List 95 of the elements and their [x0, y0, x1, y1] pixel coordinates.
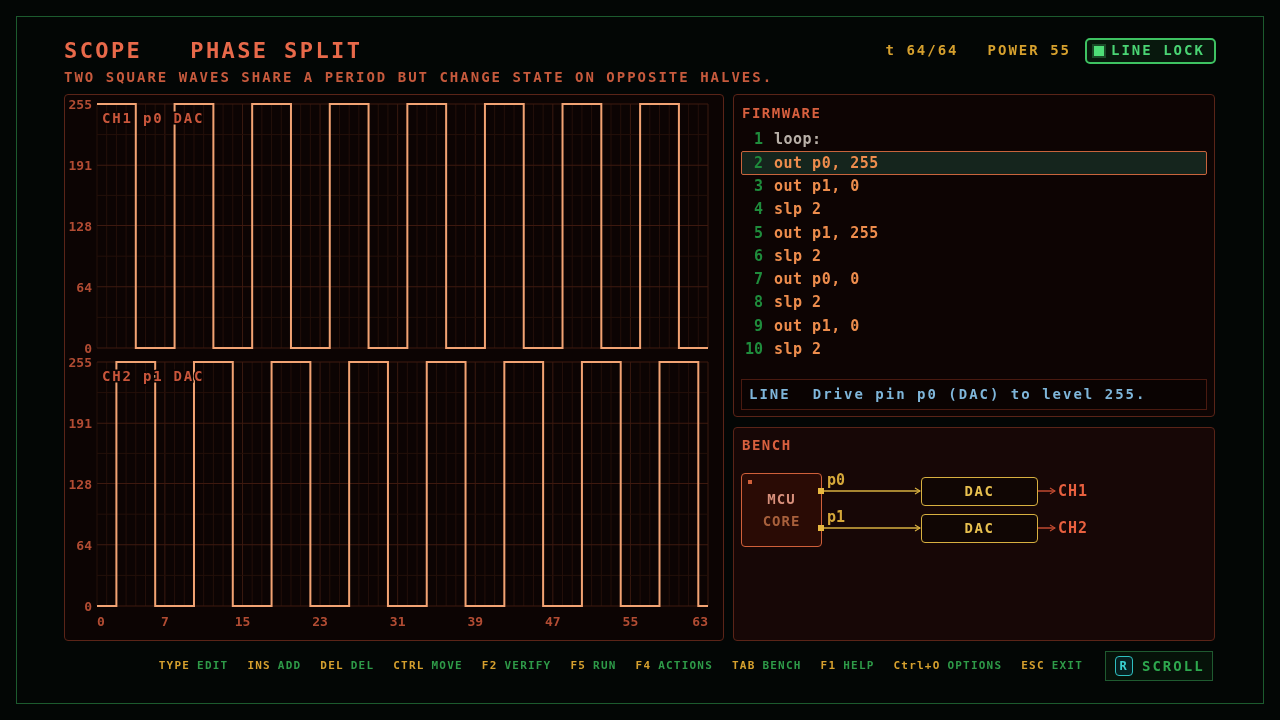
puzzle-title: PHASE SPLIT	[190, 37, 363, 64]
code-text: out p0, 0	[774, 269, 860, 291]
code-row[interactable]: 3 out p1, 0	[741, 174, 1207, 198]
code-text: slp 2	[774, 339, 822, 361]
code-row[interactable]: 9 out p1, 0	[741, 314, 1207, 338]
code-text: loop:	[774, 129, 822, 151]
key-label: TAB	[732, 657, 756, 674]
mcu-label: MCU	[767, 491, 796, 507]
output-arrow	[1038, 487, 1056, 495]
line-number: 8	[752, 292, 763, 314]
key-label: CTRL	[393, 657, 425, 674]
y-tick-label: 128	[68, 476, 92, 492]
action-label: HELP	[843, 657, 875, 674]
key-label: F1	[820, 657, 837, 674]
output-channel-label: CH1	[1058, 482, 1089, 500]
pin-label: p0	[827, 472, 846, 488]
key-label: F4	[635, 657, 652, 674]
x-tick-label: 7	[160, 614, 169, 629]
puzzle-description: TWO SQUARE WAVES SHARE A PERIOD BUT CHANGE STATE ON OPPOSITE HALVES.	[64, 70, 775, 84]
code-row[interactable]: 7 out p0, 0	[741, 267, 1207, 292]
x-tick-label: 23	[312, 614, 328, 629]
y-tick-label: 191	[68, 416, 92, 432]
code-row[interactable]: 8 slp 2	[741, 291, 1207, 315]
y-tick-label: 0	[84, 341, 92, 353]
key-label: TYPE	[158, 657, 191, 674]
info-text: Drive pin p0 (DAC) to level 255.	[812, 384, 1147, 404]
code-row[interactable]: 10 slp 2	[741, 337, 1207, 361]
info-label: LINE	[749, 384, 791, 404]
key-cap: R	[1115, 656, 1133, 676]
line-number: 9	[752, 315, 763, 337]
code-text: out p0, 255	[774, 152, 879, 174]
key-label: INS	[247, 657, 271, 674]
y-tick-label: 128	[68, 218, 92, 234]
dac-label: DAC	[964, 482, 995, 501]
code-text: slp 2	[774, 245, 822, 267]
dac-label: DAC	[964, 519, 995, 538]
line-number: 1	[752, 129, 763, 151]
y-tick-label: 64	[76, 279, 92, 295]
line-number: 7	[752, 269, 763, 291]
key-label: ESC	[1021, 657, 1045, 674]
code-text: out p1, 0	[774, 315, 860, 337]
code-row[interactable]: 6 slp 2	[741, 244, 1207, 268]
x-tick-label: 55	[622, 614, 639, 629]
code-row[interactable]: 1 loop:	[741, 128, 1207, 152]
x-tick-label: 15	[234, 614, 251, 629]
x-tick-label: 0	[97, 614, 105, 629]
action-label: VERIFY	[504, 657, 552, 674]
y-tick-label: 191	[68, 158, 92, 174]
code-text: slp 2	[774, 292, 822, 314]
key-label: DEL	[320, 657, 344, 674]
y-tick-label: 255	[68, 97, 92, 112]
screen-title: SCOPE	[64, 37, 143, 64]
action-label: BENCH	[762, 657, 802, 674]
mcu-sublabel: CORE	[762, 513, 801, 529]
output-channel-label: CH2	[1058, 519, 1089, 537]
code-text: slp 2	[774, 199, 822, 221]
y-tick-label: 0	[84, 599, 92, 614]
y-tick-label: 255	[68, 355, 92, 370]
code-row[interactable]: 4 slp 2	[741, 197, 1207, 222]
code-row[interactable]: 2 out p0, 255	[741, 151, 1207, 175]
line-number: 4	[752, 199, 763, 221]
line-number: 3	[752, 176, 763, 197]
key-label: F5	[570, 657, 587, 674]
pin-marker-icon	[818, 488, 824, 494]
x-tick-label: 31	[389, 614, 406, 629]
x-tick-label: 47	[545, 614, 561, 629]
line-number: 5	[752, 222, 763, 244]
x-tick-label: 63	[692, 614, 708, 629]
panel-title: BENCH	[742, 437, 793, 453]
action-label: DEL	[350, 657, 375, 674]
action-label: EDIT	[197, 657, 229, 674]
x-tick-label: 39	[467, 614, 484, 629]
power-readout: POWER 55	[987, 41, 1071, 60]
key-label: Ctrl+O	[893, 657, 941, 674]
output-arrow	[1038, 524, 1056, 532]
line-lock-indicator: LINE LOCK	[1085, 37, 1216, 64]
panel-title: FIRMWARE	[741, 105, 823, 121]
y-tick-label: 64	[76, 537, 92, 553]
action-label: OPTIONS	[947, 657, 1003, 674]
action-label: ADD	[277, 657, 302, 674]
action-label: MOVE	[431, 657, 463, 674]
code-text: out p1, 0	[774, 176, 860, 197]
pin-marker-icon	[818, 525, 824, 531]
code-text: out p1, 255	[774, 222, 879, 244]
action-label: EXIT	[1051, 657, 1083, 674]
action-label: ACTIONS	[658, 657, 713, 674]
pin-label: p1	[827, 509, 846, 525]
line-number: 2	[752, 152, 763, 174]
tick-counter: t 64/64	[885, 41, 959, 60]
code-row[interactable]: 5 out p1, 255	[741, 221, 1207, 245]
scroll-button[interactable]: R SCROLL	[1105, 651, 1213, 681]
action-label: RUN	[593, 657, 617, 674]
key-label: F2	[481, 657, 498, 674]
line-number: 6	[752, 245, 763, 267]
line-number: 10	[743, 339, 763, 361]
